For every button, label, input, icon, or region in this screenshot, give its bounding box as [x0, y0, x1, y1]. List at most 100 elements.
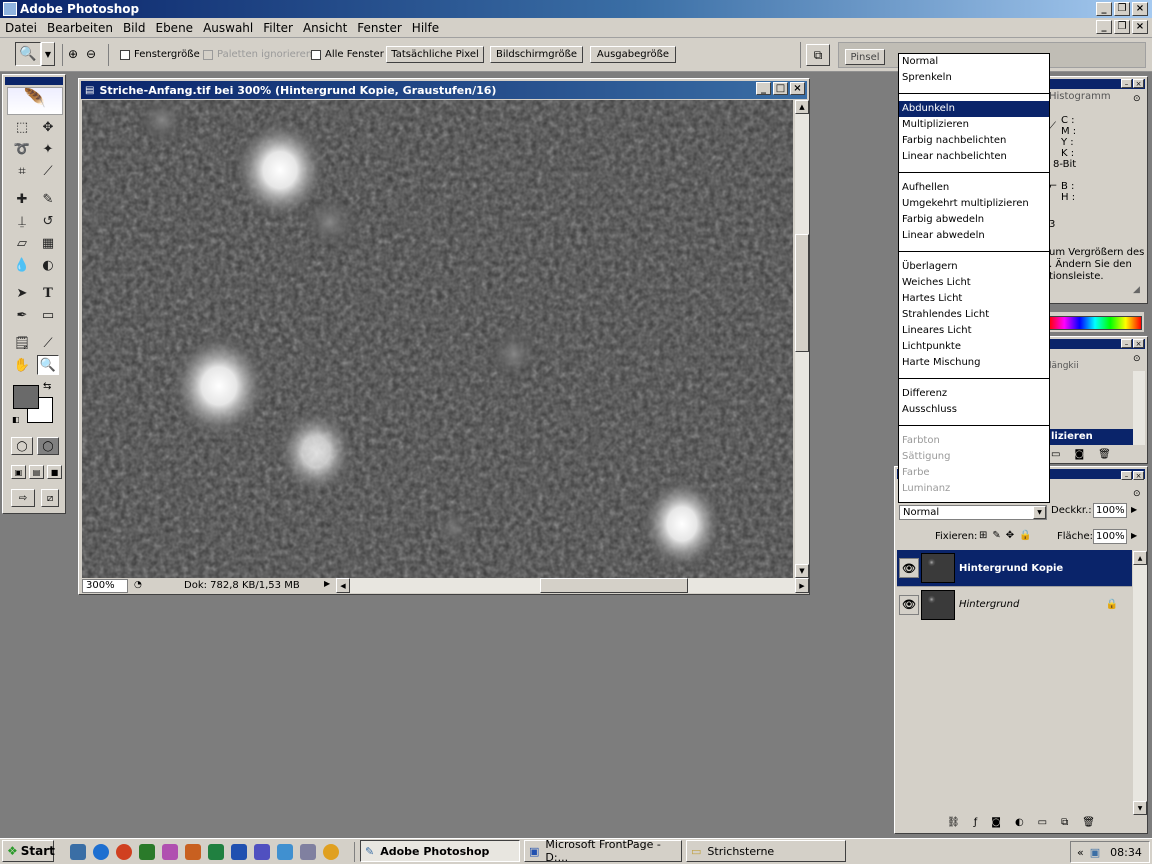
swap-colors-icon[interactable]: ⇆: [43, 381, 51, 392]
start-button[interactable]: ❖ Start: [2, 840, 55, 862]
vertical-scrollbar[interactable]: ▲ ▼: [795, 100, 809, 578]
menu-fenster[interactable]: Fenster: [352, 21, 407, 35]
network-tray-icon[interactable]: ▣: [1090, 846, 1100, 859]
doc-minimize-button[interactable]: _: [1096, 20, 1112, 34]
tatsaechliche-pixel-button[interactable]: Tatsächliche Pixel: [386, 46, 484, 63]
screen-mode-full-menu-icon[interactable]: ▤: [29, 465, 44, 479]
magic-wand-tool-icon[interactable]: ✦: [37, 139, 59, 159]
jump-to-imageready-icon[interactable]: ⇨: [11, 489, 35, 507]
actions-selected-item[interactable]: lizieren: [1049, 429, 1133, 445]
doc-close-button[interactable]: ×: [1132, 20, 1148, 34]
feather-logo-icon[interactable]: 🪶: [7, 87, 63, 115]
zoom-tool-preset-icon[interactable]: 🔍: [15, 42, 41, 66]
layer-row-hintergrund[interactable]: 👁 Hintergrund 🔒: [897, 586, 1132, 622]
histogramm-tab[interactable]: Histogramm: [1049, 91, 1111, 102]
blend-mode-dropdown-arrow-icon[interactable]: ▼: [1033, 506, 1046, 519]
info-panel-menu-icon[interactable]: ⊙: [1133, 94, 1141, 104]
layers-scrollbar[interactable]: ▲ ▼: [1133, 551, 1147, 815]
task-strichsterne[interactable]: ▭ Strichsterne: [686, 840, 846, 862]
blend-option[interactable]: Differenz: [899, 386, 1049, 402]
layers-scroll-up-icon[interactable]: ▲: [1133, 551, 1147, 565]
lock-position-icon[interactable]: ✥: [1006, 530, 1014, 541]
brush-tool-icon[interactable]: ✎: [37, 189, 59, 209]
pinsel-tab[interactable]: Pinsel: [845, 49, 885, 65]
scroll-left-arrow-icon[interactable]: ◀: [336, 578, 350, 593]
type-tool-icon[interactable]: T: [37, 283, 59, 303]
blend-option[interactable]: Sprenkeln: [899, 70, 1049, 86]
blend-option[interactable]: Ausschluss: [899, 402, 1049, 418]
clock[interactable]: 08:34: [1110, 846, 1142, 859]
eyedropper-tool-icon[interactable]: ⟋: [37, 333, 59, 353]
blend-option[interactable]: Linear abwedeln: [899, 228, 1049, 244]
new-group-icon[interactable]: ▭: [1038, 817, 1047, 828]
crop-tool-icon[interactable]: ⌗: [11, 161, 33, 181]
layers-scroll-down-icon[interactable]: ▼: [1133, 801, 1147, 815]
quick-launch-app-icon[interactable]: [300, 844, 316, 860]
eraser-tool-icon[interactable]: ▱: [11, 233, 33, 253]
layers-panel-menu-icon[interactable]: ⊙: [1133, 489, 1141, 499]
blend-option-selected[interactable]: Abdunkeln: [899, 101, 1049, 117]
lock-all-icon[interactable]: 🔒: [1019, 530, 1031, 541]
blend-option[interactable]: Aufhellen: [899, 180, 1049, 196]
dodge-tool-icon[interactable]: ◐: [37, 255, 59, 275]
blend-option[interactable]: Linear nachbelichten: [899, 149, 1049, 165]
slice-tool-icon[interactable]: ⟋: [37, 161, 59, 181]
preset-dropdown-arrow-icon[interactable]: ▼: [41, 42, 55, 66]
hand-tool-icon[interactable]: ✋: [11, 355, 33, 375]
menu-bild[interactable]: Bild: [118, 21, 151, 35]
horizontal-scroll-thumb[interactable]: [540, 578, 688, 593]
restore-button[interactable]: ❐: [1114, 2, 1130, 16]
blend-option[interactable]: Farbig abwedeln: [899, 212, 1049, 228]
actions-panel-menu-icon[interactable]: ⊙: [1133, 354, 1141, 364]
adjustment-layer-icon[interactable]: ◐: [1015, 817, 1024, 828]
info-panel-close-button[interactable]: ×: [1133, 79, 1144, 88]
blend-option[interactable]: Harte Mischung: [899, 355, 1049, 371]
opacity-field[interactable]: 100%: [1093, 503, 1127, 518]
menu-ebene[interactable]: Ebene: [150, 21, 198, 35]
menu-ansicht[interactable]: Ansicht: [298, 21, 352, 35]
paletten-ignorieren-checkbox[interactable]: Paletten ignorieren: [203, 49, 312, 60]
layer-mask-icon[interactable]: ◙: [991, 817, 1001, 828]
lasso-tool-icon[interactable]: ➰: [11, 139, 33, 159]
blend-option[interactable]: Normal: [899, 54, 1049, 70]
quickmask-mode-icon[interactable]: ◯: [37, 437, 59, 455]
menu-hilfe[interactable]: Hilfe: [407, 21, 444, 35]
blend-mode-select[interactable]: Normal ▼: [899, 505, 1047, 520]
zoom-out-icon[interactable]: ⊖: [86, 47, 96, 61]
standard-mode-icon[interactable]: ◯: [11, 437, 33, 455]
screen-mode-full-icon[interactable]: ■: [47, 465, 62, 479]
blend-option[interactable]: Lichtpunkte: [899, 339, 1049, 355]
blur-tool-icon[interactable]: 💧: [11, 255, 33, 275]
foreground-color-swatch[interactable]: [13, 385, 39, 409]
opacity-slider-arrow-icon[interactable]: ▶: [1131, 505, 1137, 514]
layer-row-hintergrund-kopie[interactable]: 👁 Hintergrund Kopie: [897, 550, 1132, 586]
blend-option[interactable]: Überlagern: [899, 259, 1049, 275]
layer-style-icon[interactable]: ƒ: [974, 817, 978, 828]
screen-mode-standard-icon[interactable]: ▣: [11, 465, 26, 479]
doc-restore-button[interactable]: ❐: [1114, 20, 1130, 34]
move-tool-icon[interactable]: ✥: [37, 117, 59, 137]
quick-launch-app-icon[interactable]: [254, 844, 270, 860]
palette-toggle-icon[interactable]: ⧉: [806, 44, 830, 66]
actions-panel-close-button[interactable]: ×: [1133, 339, 1144, 348]
document-close-button[interactable]: ×: [790, 82, 805, 95]
bildschirmgroesse-button[interactable]: Bildschirmgröße: [490, 46, 583, 63]
fill-field[interactable]: 100%: [1093, 529, 1127, 544]
notes-tool-icon[interactable]: 🗒: [11, 333, 33, 353]
show-desktop-icon[interactable]: [70, 844, 86, 860]
actions-scrollbar[interactable]: [1133, 371, 1145, 445]
shape-tool-icon[interactable]: ▭: [37, 305, 59, 325]
zoom-in-icon[interactable]: ⊕: [68, 47, 78, 61]
powerpoint-icon[interactable]: [185, 844, 201, 860]
pen-tool-icon[interactable]: ✒: [11, 305, 33, 325]
history-brush-tool-icon[interactable]: ↺: [37, 211, 59, 231]
vertical-scroll-thumb[interactable]: [795, 234, 809, 352]
blend-option[interactable]: Strahlendes Licht: [899, 307, 1049, 323]
menu-datei[interactable]: Datei: [0, 21, 42, 35]
stamp-tool-icon[interactable]: ⍊: [11, 211, 33, 231]
horizontal-scrollbar[interactable]: ◀ ▶: [336, 578, 809, 593]
blend-option[interactable]: Lineares Licht: [899, 323, 1049, 339]
close-button[interactable]: ×: [1132, 2, 1148, 16]
excel-icon[interactable]: [208, 844, 224, 860]
healing-brush-tool-icon[interactable]: ✚: [11, 189, 33, 209]
